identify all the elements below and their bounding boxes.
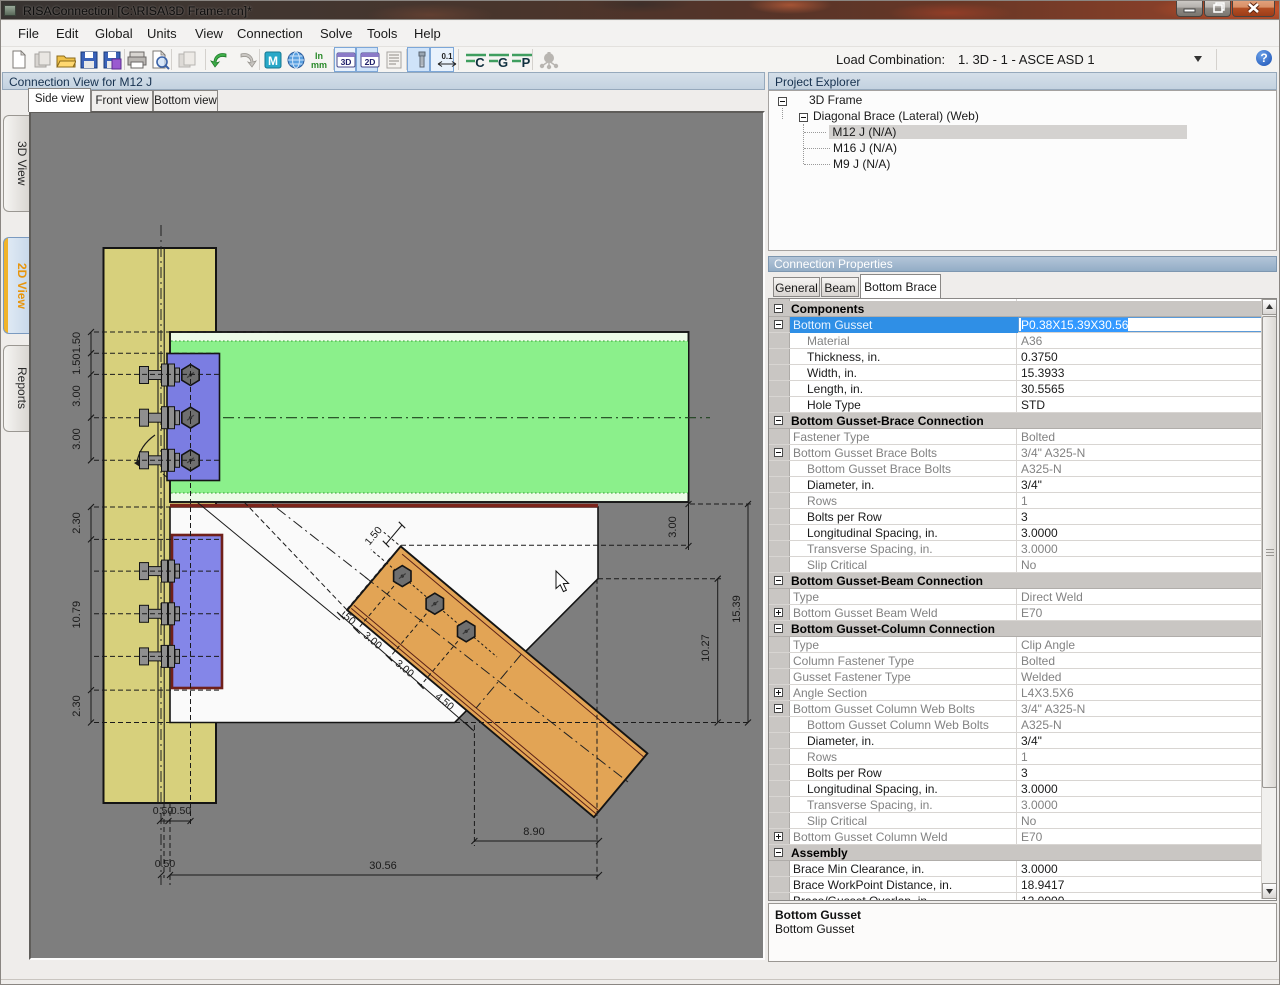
svg-text:mm: mm <box>311 60 327 70</box>
svg-text:0.1: 0.1 <box>441 52 453 61</box>
svg-text:0.50: 0.50 <box>155 858 176 870</box>
svg-text:3.00: 3.00 <box>667 516 679 537</box>
svg-text:G: G <box>498 55 508 70</box>
svg-text:2D: 2D <box>365 57 376 67</box>
svg-text:1.50: 1.50 <box>71 353 83 374</box>
svg-text:P: P <box>522 55 531 70</box>
svg-text:15.39: 15.39 <box>731 595 743 623</box>
svg-text:10.79: 10.79 <box>71 601 83 629</box>
svg-text:0.50: 0.50 <box>171 805 192 817</box>
svg-text:3D: 3D <box>341 57 352 67</box>
svg-text:2.30: 2.30 <box>71 512 83 533</box>
svg-text:1.50: 1.50 <box>71 332 83 353</box>
svg-text:2.30: 2.30 <box>71 695 83 716</box>
svg-text:3.00: 3.00 <box>71 428 83 449</box>
svg-text:8.90: 8.90 <box>523 826 544 838</box>
svg-text:10.27: 10.27 <box>700 634 712 662</box>
svg-text:30.56: 30.56 <box>369 860 397 872</box>
svg-text:M: M <box>268 54 278 68</box>
svg-text:3.00: 3.00 <box>71 385 83 406</box>
svg-text:C: C <box>475 55 485 70</box>
